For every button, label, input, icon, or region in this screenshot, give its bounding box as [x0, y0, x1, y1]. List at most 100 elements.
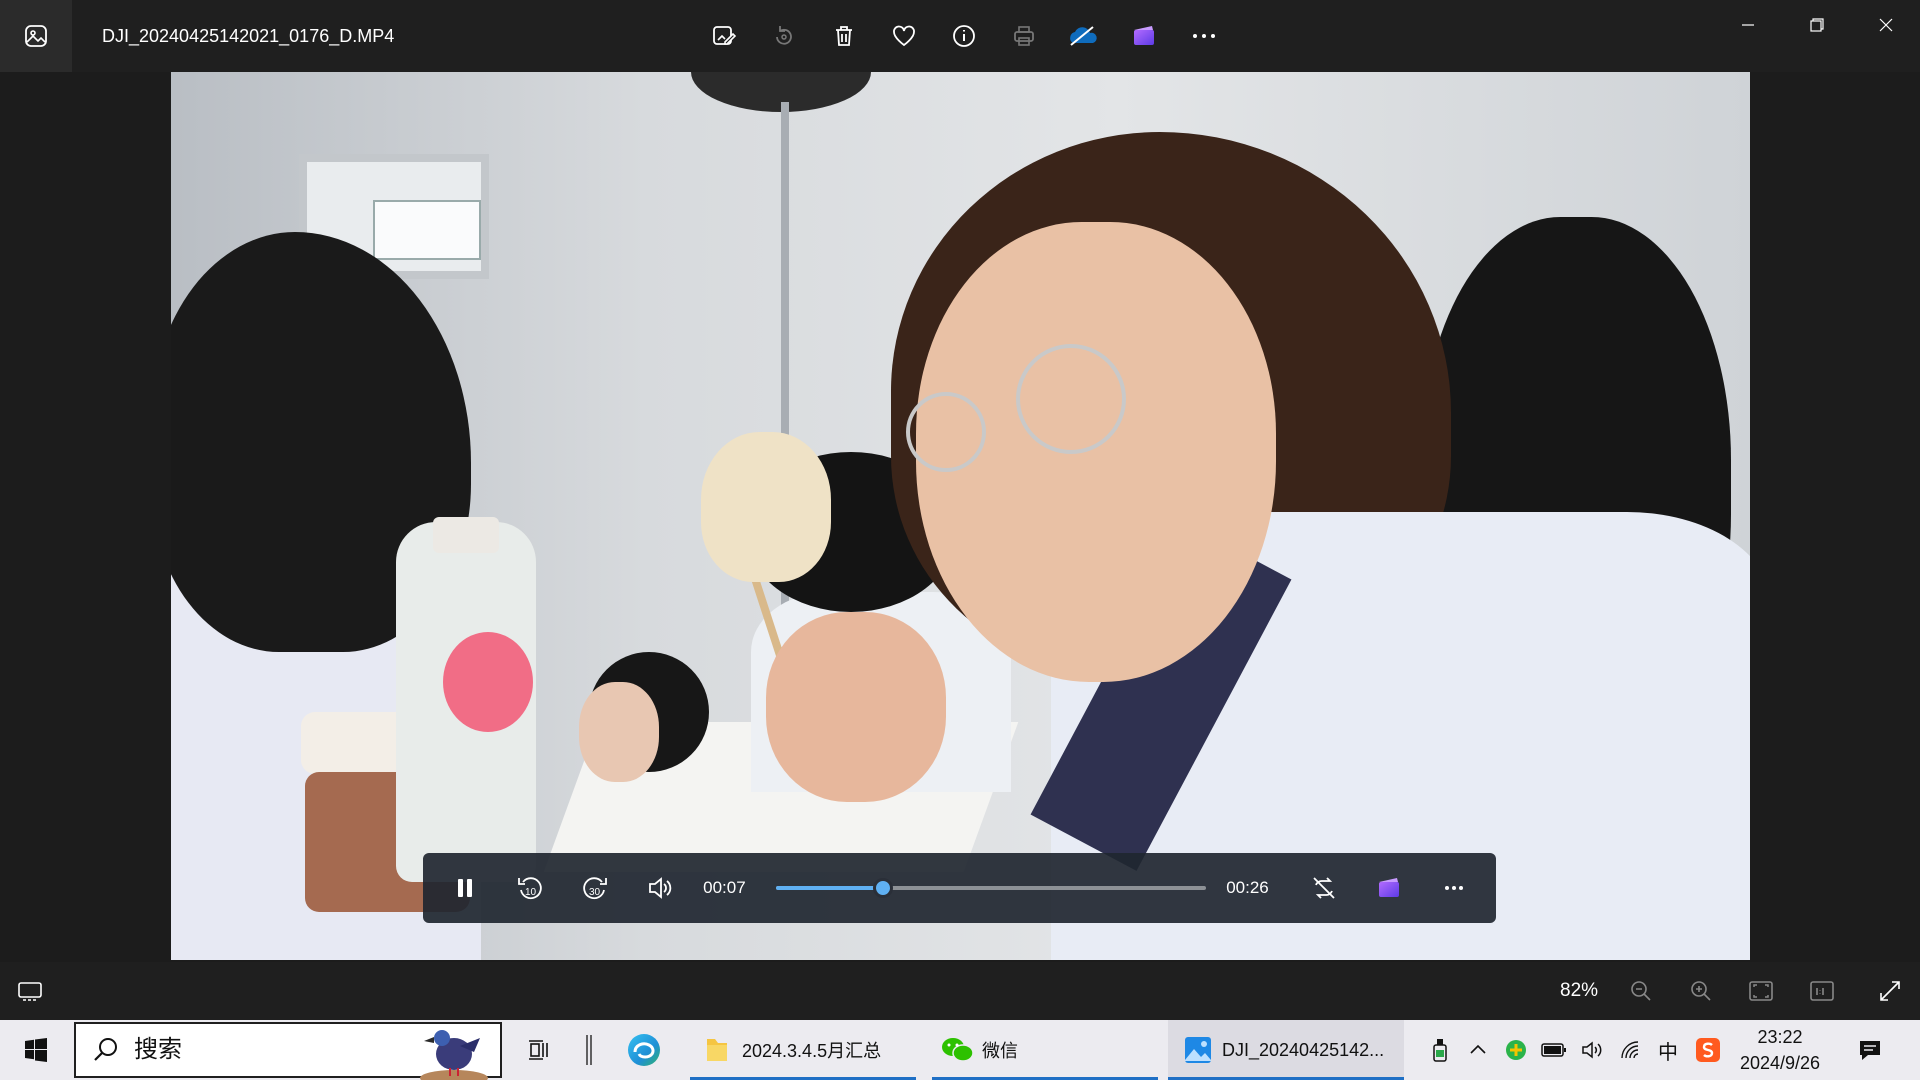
taskbar-app-label: 微信 [982, 1041, 1018, 1061]
clipchamp-icon [1379, 878, 1400, 897]
photos-icon [1185, 1037, 1211, 1063]
actual-size-icon [1810, 981, 1834, 1001]
close-icon [1879, 18, 1892, 32]
taskbar-app-label: 2024.3.4.5月汇总 [742, 1041, 882, 1061]
zoom-in-icon [1691, 981, 1711, 1001]
taskbar: 搜索 2024.3.4.5月汇总 微信 DJI_20240425142... 中… [0, 1020, 1920, 1080]
clipchamp-button[interactable] [1120, 12, 1168, 60]
seek-bar[interactable] [775, 878, 1207, 898]
info-button[interactable] [940, 12, 988, 60]
battery-button[interactable] [1538, 1030, 1570, 1070]
holding-hand [766, 612, 946, 802]
filmstrip-icon [18, 982, 42, 1001]
forward-30-icon: 30 [582, 877, 607, 900]
food-on-stick [701, 432, 831, 582]
loop-button[interactable] [1303, 866, 1346, 910]
loop-off-icon [1313, 877, 1336, 899]
delete-button[interactable] [820, 12, 868, 60]
show-hidden-icons-button[interactable] [1462, 1030, 1494, 1070]
windows-logo-icon [25, 1038, 47, 1062]
clipchamp-icon [1134, 26, 1154, 45]
search-placeholder: 搜索 [134, 1036, 182, 1063]
ime-indicator: 中 [1658, 1041, 1678, 1064]
more-icon [1445, 886, 1464, 890]
network-button[interactable] [1614, 1030, 1646, 1070]
start-button[interactable] [14, 1030, 58, 1070]
close-button[interactable] [1851, 0, 1920, 50]
onedrive-button[interactable] [1060, 12, 1108, 60]
background-student-face [579, 682, 659, 782]
more-button[interactable] [1180, 12, 1228, 60]
task-view-button[interactable] [520, 1020, 560, 1080]
favorite-button[interactable] [880, 12, 928, 60]
zoom-level: 82% [1560, 980, 1599, 1001]
onedrive-icon [1070, 26, 1097, 46]
minimize-button[interactable] [1713, 0, 1782, 50]
player-more-button[interactable] [1433, 866, 1476, 910]
delete-icon [836, 26, 852, 46]
restore-button[interactable] [1782, 0, 1851, 50]
clock-date: 2024/9/26 [1739, 1053, 1821, 1073]
taskbar-divider [584, 1020, 594, 1080]
bottle-cap [433, 517, 499, 553]
pause-button[interactable] [443, 866, 486, 910]
more-icon [1193, 34, 1215, 38]
rotate-icon [776, 26, 792, 45]
chevron-up-icon [1470, 1044, 1486, 1054]
actual-size-button[interactable] [1798, 967, 1846, 1015]
rewind-10-icon: 10 [517, 877, 542, 900]
glasses-left-lens [906, 392, 986, 472]
video-frame[interactable] [171, 72, 1750, 960]
window-controls [1713, 0, 1920, 50]
sogou-s-icon [1696, 1038, 1720, 1062]
svg-text:30: 30 [589, 887, 601, 898]
tray-app-button[interactable] [1500, 1030, 1532, 1070]
notification-center-button[interactable] [1846, 1026, 1894, 1074]
wechat-icon [942, 1038, 974, 1062]
edge-browser-icon [628, 1034, 660, 1066]
window-title: DJI_20240425142021_0176_D.MP4 [102, 26, 395, 46]
fit-window-button[interactable] [1737, 967, 1785, 1015]
filmstrip-button[interactable] [6, 967, 54, 1015]
taskbar-file-explorer[interactable]: 2024.3.4.5月汇总 [690, 1020, 916, 1080]
notification-icon [1860, 1041, 1880, 1060]
window-pane [373, 200, 481, 260]
favorite-icon [893, 25, 915, 47]
restore-icon [1809, 18, 1824, 32]
zoom-in-button[interactable] [1677, 967, 1725, 1015]
taskbar-clock[interactable]: 23:22 2024/9/26 [1720, 1024, 1840, 1076]
rotate-button[interactable] [760, 12, 808, 60]
edit-image-button[interactable] [700, 12, 748, 60]
photos-app: DJI_20240425142021_0176_D.MP4 10 30 00:0… [0, 0, 1920, 1020]
usb-tray-button[interactable] [1424, 1030, 1456, 1070]
forward-30-button[interactable]: 30 [573, 866, 616, 910]
top-toolbar [700, 12, 1228, 60]
volume-button[interactable] [638, 866, 681, 910]
folder-icon [707, 1039, 727, 1061]
rewind-10-button[interactable]: 10 [508, 866, 551, 910]
fit-window-icon [1749, 981, 1773, 1001]
speaker-icon [1582, 1041, 1602, 1059]
taskbar-app-label: DJI_20240425142... [1222, 1039, 1385, 1060]
fullscreen-icon [1880, 981, 1900, 1001]
photos-app-icon[interactable] [0, 0, 72, 72]
battery-icon [1541, 1043, 1566, 1057]
pause-icon [457, 879, 472, 897]
print-button[interactable] [1000, 12, 1048, 60]
speaker-button[interactable] [1576, 1030, 1608, 1070]
bottle-label-peach [443, 632, 533, 732]
taskbar-wechat[interactable]: 微信 [932, 1020, 1158, 1080]
taskbar-search-box[interactable]: 搜索 [74, 1022, 502, 1080]
task-view-icon [529, 1040, 548, 1060]
title-bar: DJI_20240425142021_0176_D.MP4 [0, 0, 1920, 72]
fullscreen-button[interactable] [1866, 967, 1914, 1015]
zoom-out-button[interactable] [1617, 967, 1665, 1015]
search-highlight-bird-icon [420, 1030, 488, 1080]
seek-thumb[interactable] [873, 878, 894, 898]
ime-button[interactable]: 中 [1652, 1030, 1684, 1070]
minimize-icon [1741, 24, 1754, 26]
print-icon [1014, 26, 1034, 46]
taskbar-photos[interactable]: DJI_20240425142... [1168, 1020, 1404, 1080]
clipchamp-player-button[interactable] [1368, 866, 1411, 910]
taskbar-edge[interactable] [620, 1020, 668, 1080]
